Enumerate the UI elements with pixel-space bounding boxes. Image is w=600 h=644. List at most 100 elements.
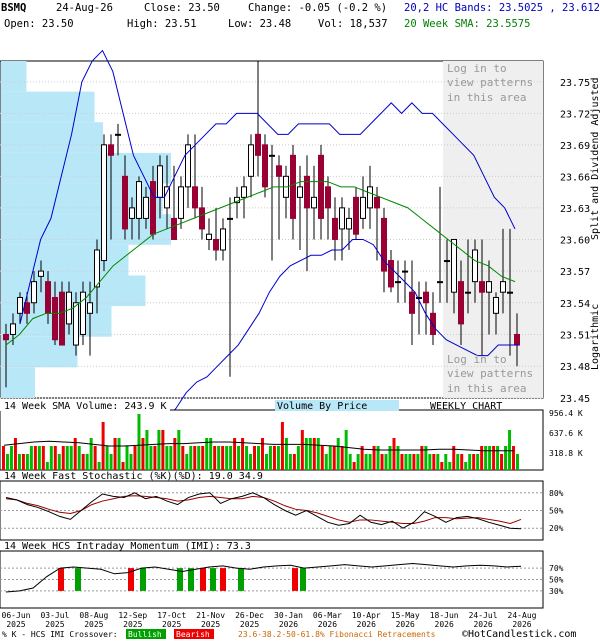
vbp-bar [1, 91, 95, 123]
vbp-bar [1, 61, 27, 92]
candle-up [493, 296, 499, 314]
candle-up [395, 281, 401, 284]
bearish-crossover [292, 568, 298, 591]
volume-bar [488, 446, 492, 470]
price-tick: 23.45 [560, 394, 590, 405]
volume-bar [77, 446, 81, 470]
volume-bar [61, 446, 65, 470]
candle-down [255, 133, 261, 156]
candle-down [3, 333, 9, 341]
bullish-crossover [210, 568, 216, 591]
volume-bar [9, 446, 13, 470]
date-tick-year: 2025 [162, 620, 181, 629]
volume-bar [268, 446, 272, 470]
candle-down [213, 238, 219, 251]
candle-up [17, 296, 23, 314]
stochastic-tick: 20% [549, 524, 564, 533]
volume-bar [512, 446, 516, 470]
volume-bar [161, 430, 165, 470]
volume-bar [276, 446, 280, 470]
price-tick: 23.57 [560, 267, 590, 278]
vbp-bar [1, 122, 103, 153]
candle-up [241, 186, 247, 198]
volume-bar [121, 462, 125, 470]
candle-down [430, 312, 436, 335]
volume-bar [53, 446, 57, 470]
volume-tick: 637.6 K [549, 429, 583, 438]
date-tick: 30-Jan [274, 611, 303, 620]
date-tick-year: 2026 [279, 620, 298, 629]
volume-bar [428, 454, 432, 470]
volume-bar [484, 446, 488, 470]
volume-bar [320, 446, 324, 470]
imi-tick: 50% [549, 576, 564, 585]
volume-bar [504, 446, 508, 470]
stochastic-tick: 80% [549, 489, 564, 498]
weekly-chart-label: WEEKLY CHART [430, 401, 502, 412]
candle-up [451, 238, 457, 293]
candle-up [143, 196, 149, 219]
volume-bar [472, 454, 476, 470]
candle-up [31, 281, 37, 304]
volume-bar [29, 446, 33, 470]
footer-legend: % K - HCS IMI Crossover: Bullish Bearish… [2, 629, 576, 640]
price-tick: 23.48 [560, 362, 590, 373]
candle-up [360, 196, 366, 219]
login-line: Log in to [447, 353, 507, 366]
imi-panel: 14 Week HCS Intraday Momentum (IMI): 73.… [0, 541, 564, 609]
volume-bar [380, 454, 384, 470]
volume-bar [105, 446, 109, 470]
volume-bar [217, 446, 221, 470]
date-tick: 17-Oct [157, 611, 186, 620]
volume-bar [508, 430, 512, 470]
bearish-label: Bearish [176, 630, 210, 639]
bullish-crossover [188, 568, 194, 591]
volume-bar [336, 438, 340, 470]
bearish-crossover [58, 568, 64, 591]
bullish-label: Bullish [128, 630, 162, 639]
volume-bar [448, 462, 452, 470]
volume-bar [21, 454, 25, 470]
volume-bar [348, 454, 352, 470]
volume-bar [45, 462, 49, 470]
date-tick: 18-Jun [430, 611, 459, 620]
volume-bar [2, 446, 5, 470]
candle-up [206, 233, 212, 240]
date-tick: 24-Jul [469, 611, 498, 620]
volume-tick: 318.8 K [549, 449, 583, 458]
imi-tick: 70% [549, 564, 564, 573]
date-tick: 24-Aug [508, 611, 537, 620]
copyright[interactable]: ©HotCandlestick.com [462, 629, 576, 640]
volume-bar [328, 446, 332, 470]
date-tick: 10-Apr [352, 611, 381, 620]
candle-up [227, 217, 233, 220]
date-tick-year: 2026 [473, 620, 492, 629]
candle-down [192, 186, 198, 209]
volume-bar [440, 462, 444, 470]
volume-bar [476, 454, 480, 470]
price-tick: 23.72 [560, 109, 590, 120]
candle-up [402, 270, 408, 273]
volume-panel: 14 Week SMA Volume: 243.9 K Volume By Pr… [0, 400, 583, 471]
candle-up [437, 281, 443, 284]
volume-bar [49, 446, 53, 470]
pattern-area-top [443, 61, 543, 398]
volume-bar [344, 430, 348, 470]
volume-bar [57, 454, 61, 470]
volume-bar [229, 446, 233, 470]
candle-down [45, 281, 51, 314]
candle-up [157, 165, 163, 198]
candle-up [297, 186, 303, 198]
candle-up [465, 291, 471, 294]
date-tick: 12-Sep [118, 611, 147, 620]
volume-bar [392, 438, 396, 470]
volume-bar [97, 462, 101, 470]
vbp-label: Volume By Price [277, 401, 367, 412]
date-tick: 21-Nov [196, 611, 225, 620]
volume-bar [404, 454, 408, 470]
date-tick: 03-Jul [40, 611, 69, 620]
volume-bar [332, 446, 336, 470]
date-tick-year: 2026 [357, 620, 376, 629]
date-tick: 26-Dec [235, 611, 264, 620]
volume-bar [125, 446, 129, 470]
